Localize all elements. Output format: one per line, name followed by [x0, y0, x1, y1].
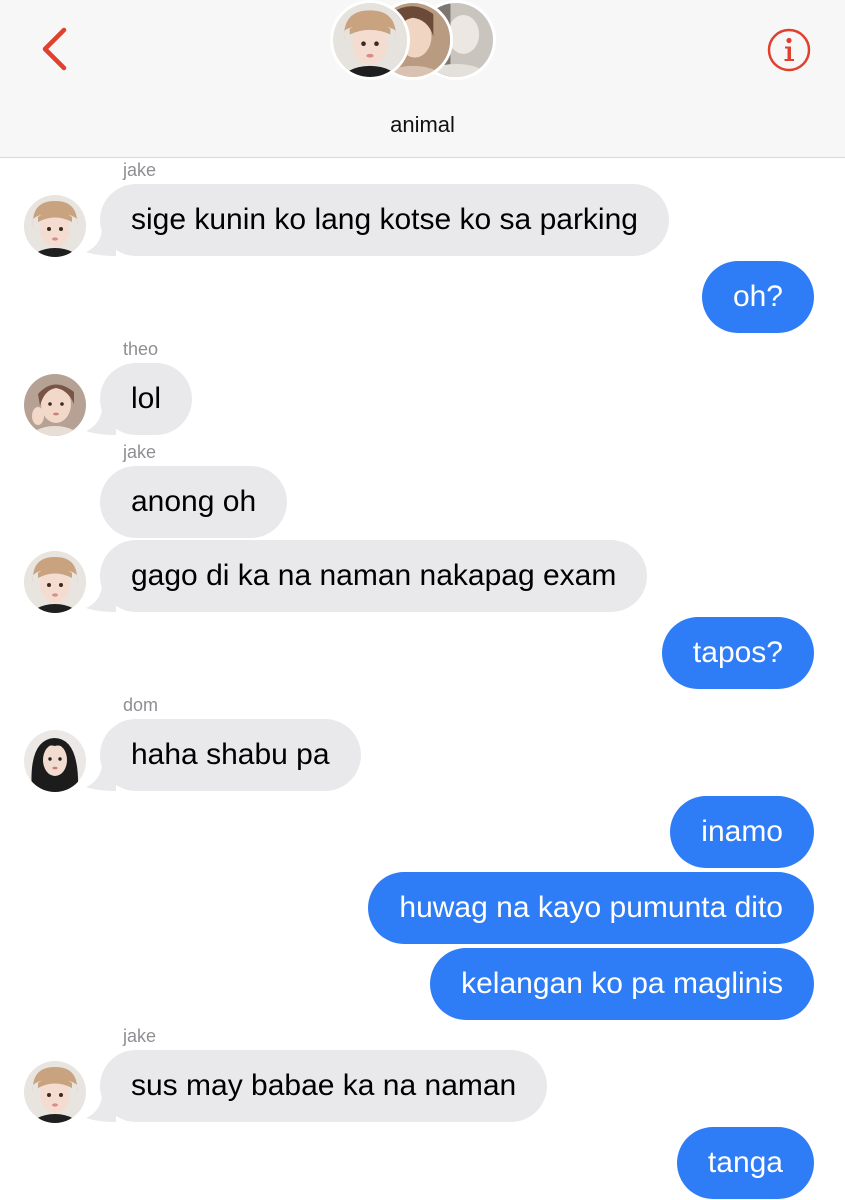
- message-bubble-incoming[interactable]: gago di ka na naman nakapag exam: [86, 540, 648, 612]
- message-text: anong oh: [131, 485, 257, 518]
- bubble-tail: [86, 230, 116, 256]
- group-avatar-stack[interactable]: [330, 0, 500, 84]
- sender-name: jake: [123, 442, 157, 462]
- message-text: tapos?: [692, 636, 783, 669]
- bubble-tail: [86, 586, 116, 612]
- message-text: sige kunin ko lang kotse ko sa parking: [131, 203, 638, 236]
- info-button[interactable]: [766, 27, 812, 73]
- group-name: animal: [390, 112, 455, 137]
- message-text: sus may babae ka na naman: [131, 1069, 517, 1102]
- sender-name: jake: [123, 160, 157, 180]
- info-icon: [767, 28, 811, 72]
- avatar-jake[interactable]: [24, 195, 86, 257]
- message-text: inamo: [701, 815, 783, 848]
- bubble-tail: [86, 1096, 116, 1122]
- message-text: kelangan ko pa maglinis: [461, 967, 783, 1000]
- message-bubble-outgoing[interactable]: kelangan ko pa maglinis: [430, 948, 814, 1020]
- group-member-avatar: [330, 0, 410, 80]
- sender-name: jake: [123, 1026, 157, 1046]
- message-bubble-incoming[interactable]: sige kunin ko lang kotse ko sa parking: [86, 184, 669, 256]
- message-bubble-outgoing[interactable]: tapos?: [661, 617, 814, 689]
- avatar-jake[interactable]: [24, 551, 86, 613]
- bubble-tail: [86, 409, 116, 435]
- message-text: lol: [131, 382, 162, 415]
- message-bubble-outgoing[interactable]: tanga: [676, 1127, 814, 1199]
- conversation-header: animal: [0, 0, 845, 158]
- message-text: tanga: [707, 1146, 783, 1179]
- message-bubble-outgoing[interactable]: huwag na kayo pumunta dito: [368, 872, 814, 944]
- avatar-jake[interactable]: [24, 1061, 86, 1123]
- message-bubble-incoming[interactable]: anong oh: [100, 466, 288, 538]
- bubble-tail: [86, 765, 116, 791]
- chevron-left-icon: [42, 27, 67, 71]
- message-bubble-outgoing[interactable]: inamo: [670, 796, 814, 868]
- message-text: gago di ka na naman nakapag exam: [131, 559, 617, 592]
- back-button[interactable]: [36, 26, 72, 72]
- message-bubble-outgoing[interactable]: oh?: [701, 261, 814, 333]
- message-text: oh?: [732, 280, 783, 313]
- avatar-theo[interactable]: [24, 374, 86, 436]
- message-bubble-incoming[interactable]: haha shabu pa: [86, 719, 361, 791]
- message-bubble-incoming[interactable]: lol: [86, 363, 193, 435]
- message-text: huwag na kayo pumunta dito: [399, 891, 783, 924]
- sender-name: dom: [123, 695, 159, 715]
- avatar-dom[interactable]: [24, 730, 86, 792]
- message-bubble-incoming[interactable]: sus may babae ka na naman: [86, 1050, 548, 1122]
- message-text: haha shabu pa: [131, 738, 330, 771]
- sender-name: theo: [123, 339, 159, 359]
